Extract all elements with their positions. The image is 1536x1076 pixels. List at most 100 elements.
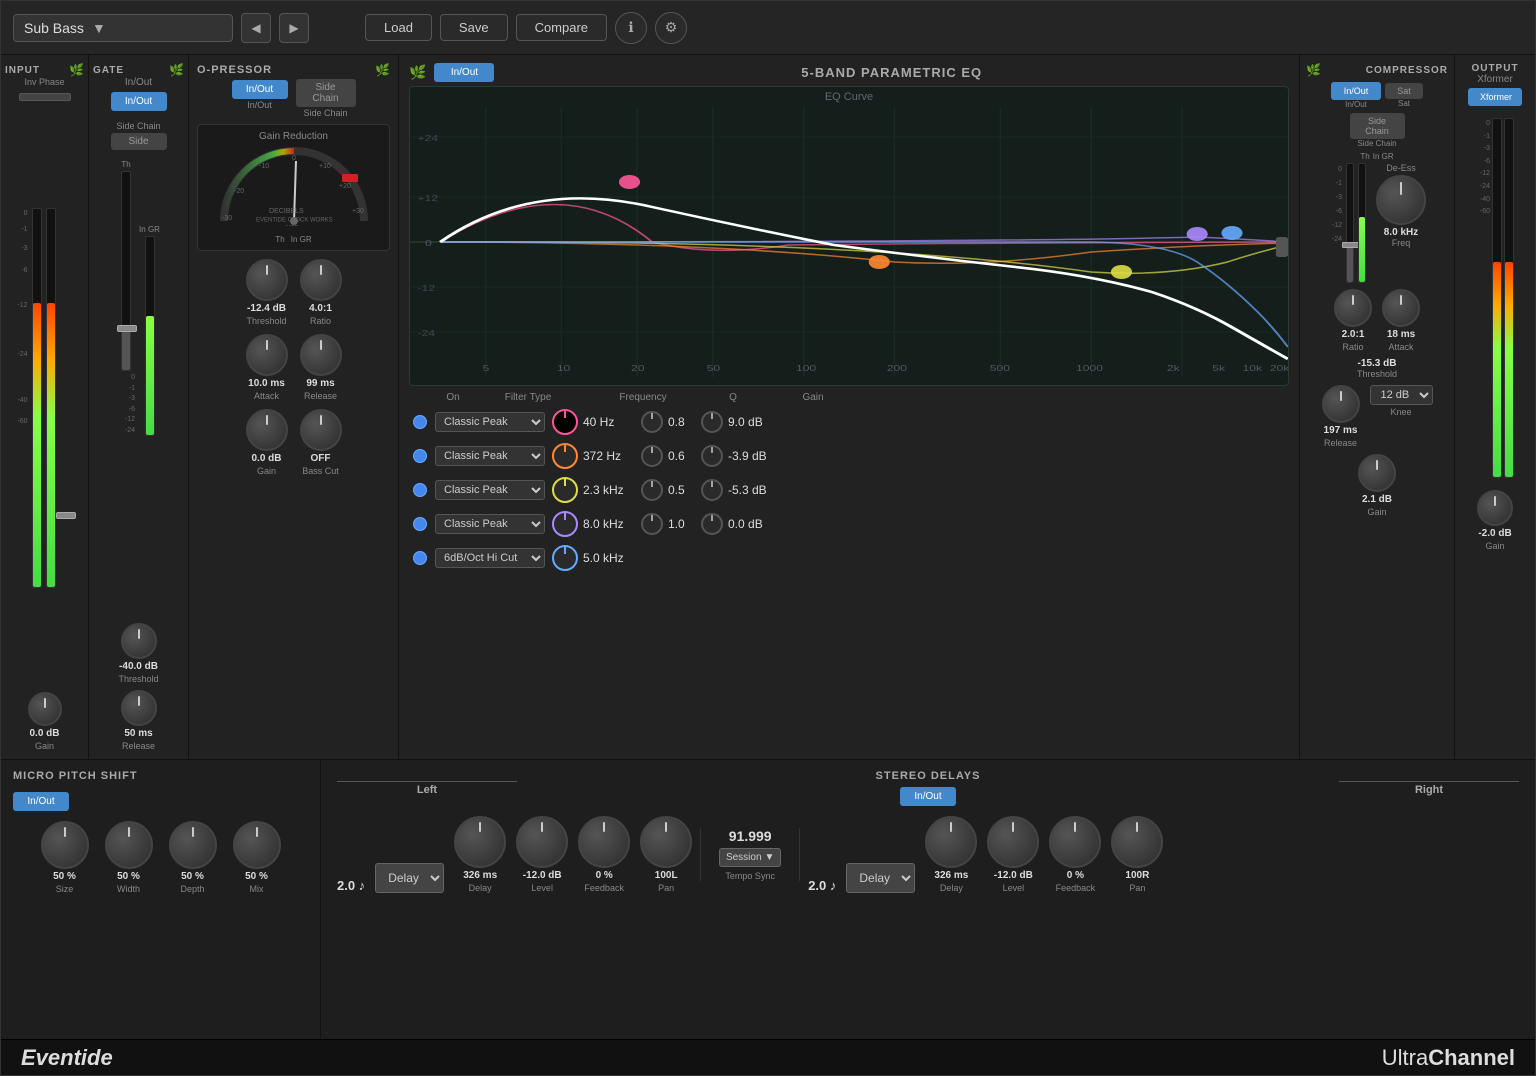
- opressor-threshold-knob[interactable]: [246, 259, 288, 301]
- opressor-release-knob[interactable]: [300, 334, 342, 376]
- gate-threshold-knob[interactable]: [121, 623, 157, 659]
- opressor-leaf-icon: 🌿: [375, 63, 390, 77]
- load-button[interactable]: Load: [365, 14, 432, 41]
- svg-text:0: 0: [292, 155, 296, 162]
- eq-band1-gain-knob-icon: [700, 410, 724, 434]
- right-delay-knob[interactable]: [925, 816, 977, 868]
- left-delay-knob[interactable]: [454, 816, 506, 868]
- opressor-threshold-label: Threshold: [246, 316, 286, 326]
- eq-band3-filter-select[interactable]: Classic Peak: [435, 480, 545, 500]
- gate-ingr-fader[interactable]: [145, 236, 155, 436]
- compressor-sidechain-toggle[interactable]: Side Chain: [1350, 113, 1405, 139]
- output-left-meter: [1492, 118, 1502, 478]
- compressor-gain-knob[interactable]: [1358, 454, 1396, 492]
- save-button[interactable]: Save: [440, 14, 508, 41]
- eq-band-row-4: Classic Peak 8.0 kHz 1.0 0.0 dB: [409, 507, 1289, 541]
- tempo-sync-btn[interactable]: Session ▼: [719, 848, 781, 867]
- compressor-sat-toggle[interactable]: Sat: [1385, 83, 1423, 99]
- opressor-inout-toggle[interactable]: In/Out: [232, 80, 288, 99]
- eq-band1-q-value: 0.8: [668, 415, 698, 429]
- preset-name: Sub Bass: [24, 20, 84, 36]
- input-gain-knob-container: 0.0 dB Gain: [5, 692, 84, 751]
- micro-pitch-inout-toggle[interactable]: In/Out: [13, 792, 69, 811]
- right-delay-type-select[interactable]: Delay: [846, 863, 915, 893]
- opressor-basscut-knob[interactable]: [300, 409, 342, 451]
- gate-release-knob[interactable]: [121, 690, 157, 726]
- micro-pitch-size-knob[interactable]: [41, 821, 89, 869]
- opressor-ratio-label: Ratio: [310, 316, 331, 326]
- eq-band2-filter-select[interactable]: Classic Peak: [435, 446, 545, 466]
- eq-band1-q-knob-icon: [640, 410, 664, 434]
- left-pan-knob[interactable]: [640, 816, 692, 868]
- bottom-area: MICRO PITCH SHIFT In/Out 50 % Size 50 % …: [1, 759, 1535, 1039]
- compressor-ratio-knob[interactable]: [1334, 289, 1372, 327]
- preset-dropdown[interactable]: Sub Bass ▼: [13, 14, 233, 42]
- info-button[interactable]: ℹ: [615, 12, 647, 44]
- opressor-sidechain-toggle[interactable]: Side Chain: [296, 79, 356, 107]
- stereo-delays-inout-toggle[interactable]: In/Out: [900, 787, 956, 806]
- eq-band2-gain-knob-icon: [700, 444, 724, 468]
- left-level-knob[interactable]: [516, 816, 568, 868]
- eq-bands-table-container: On Filter Type Frequency Q Gain Classic …: [409, 392, 1289, 575]
- opressor-attack-knob[interactable]: [246, 334, 288, 376]
- opressor-basscut-value: OFF: [311, 453, 331, 464]
- eq-band2-on-btn[interactable]: [413, 449, 427, 463]
- right-note-value: 2.0 ♪: [808, 878, 836, 893]
- eq-band3-on-btn[interactable]: [413, 483, 427, 497]
- eq-band4-on-btn[interactable]: [413, 517, 427, 531]
- compressor-knee-select[interactable]: 12 dB: [1370, 385, 1433, 405]
- micro-pitch-mix-knob[interactable]: [233, 821, 281, 869]
- input-gain-knob[interactable]: [28, 692, 62, 726]
- compare-button[interactable]: Compare: [516, 14, 607, 41]
- input-toggle[interactable]: [19, 93, 71, 101]
- gate-sidechain-btn[interactable]: Side: [111, 133, 167, 150]
- eq-band5-on-btn[interactable]: [413, 551, 427, 565]
- eq-band5-filter-select[interactable]: 6dB/Oct Hi Cut: [435, 548, 545, 568]
- opressor-gain-knob[interactable]: [246, 409, 288, 451]
- right-level-knob[interactable]: [987, 816, 1039, 868]
- eq-band4-freq-value: 8.0 kHz: [583, 517, 638, 531]
- micro-pitch-width-value: 50 %: [117, 871, 140, 882]
- micro-pitch-width-knob[interactable]: [105, 821, 153, 869]
- footer-brand: Eventide: [21, 1045, 113, 1071]
- left-feedback-value: 0 %: [596, 870, 613, 881]
- deess-freq-knob[interactable]: [1376, 175, 1426, 225]
- settings-button[interactable]: ⚙: [655, 12, 687, 44]
- eq-band1-on-btn[interactable]: [413, 415, 427, 429]
- compressor-attack-knob[interactable]: [1382, 289, 1420, 327]
- opressor-ratio-knob[interactable]: [300, 259, 342, 301]
- svg-text:EVENTIDE CLOCK WORKS: EVENTIDE CLOCK WORKS: [256, 218, 333, 224]
- micro-pitch-depth-knob[interactable]: [169, 821, 217, 869]
- left-feedback-knob[interactable]: [578, 816, 630, 868]
- comp-th-fader[interactable]: [1346, 163, 1354, 283]
- prev-preset-button[interactable]: ◀: [241, 13, 271, 43]
- gate-th-fader[interactable]: [121, 171, 131, 371]
- eq-col-freq: Frequency: [593, 392, 693, 403]
- input-fader-thumb[interactable]: [56, 512, 76, 519]
- right-pan-knob[interactable]: [1111, 816, 1163, 868]
- left-pan-label: Pan: [658, 883, 674, 893]
- eq-band1-filter-select[interactable]: Classic Peak: [435, 412, 545, 432]
- gain-reduction-meter: -30 -20 -10 0 +10 +20 +30 DECIBELS EVENT…: [214, 146, 374, 226]
- svg-text:DECIBELS: DECIBELS: [269, 208, 304, 215]
- output-gain-knob[interactable]: [1477, 490, 1513, 526]
- eq-inout-toggle[interactable]: In/Out: [434, 63, 494, 82]
- tempo-sync-sub: Tempo Sync: [725, 871, 775, 881]
- gate-inout-toggle[interactable]: In/Out: [111, 92, 167, 111]
- opressor-gain-value: 0.0 dB: [251, 453, 281, 464]
- next-preset-button[interactable]: ▶: [279, 13, 309, 43]
- svg-text:-24: -24: [418, 330, 436, 339]
- right-feedback-knob[interactable]: [1049, 816, 1101, 868]
- eq-band1-freq-knob-icon: [551, 408, 579, 436]
- output-xformer-toggle[interactable]: Xformer: [1468, 88, 1522, 106]
- left-level-label: Level: [531, 883, 553, 893]
- compressor-gain-label: Gain: [1367, 507, 1386, 517]
- compressor-inout-toggle[interactable]: In/Out: [1331, 82, 1381, 100]
- svg-text:0: 0: [425, 240, 432, 249]
- compressor-release-knob[interactable]: [1322, 385, 1360, 423]
- left-delay-type-select[interactable]: Delay: [375, 863, 444, 893]
- input-label: INPUT: [5, 65, 40, 76]
- compressor-section: 🌿 COMPRESSOR In/Out In/Out Sat Sat Side …: [1300, 55, 1455, 759]
- eq-band4-gain-value: 0.0 dB: [728, 517, 778, 531]
- eq-band4-filter-select[interactable]: Classic Peak: [435, 514, 545, 534]
